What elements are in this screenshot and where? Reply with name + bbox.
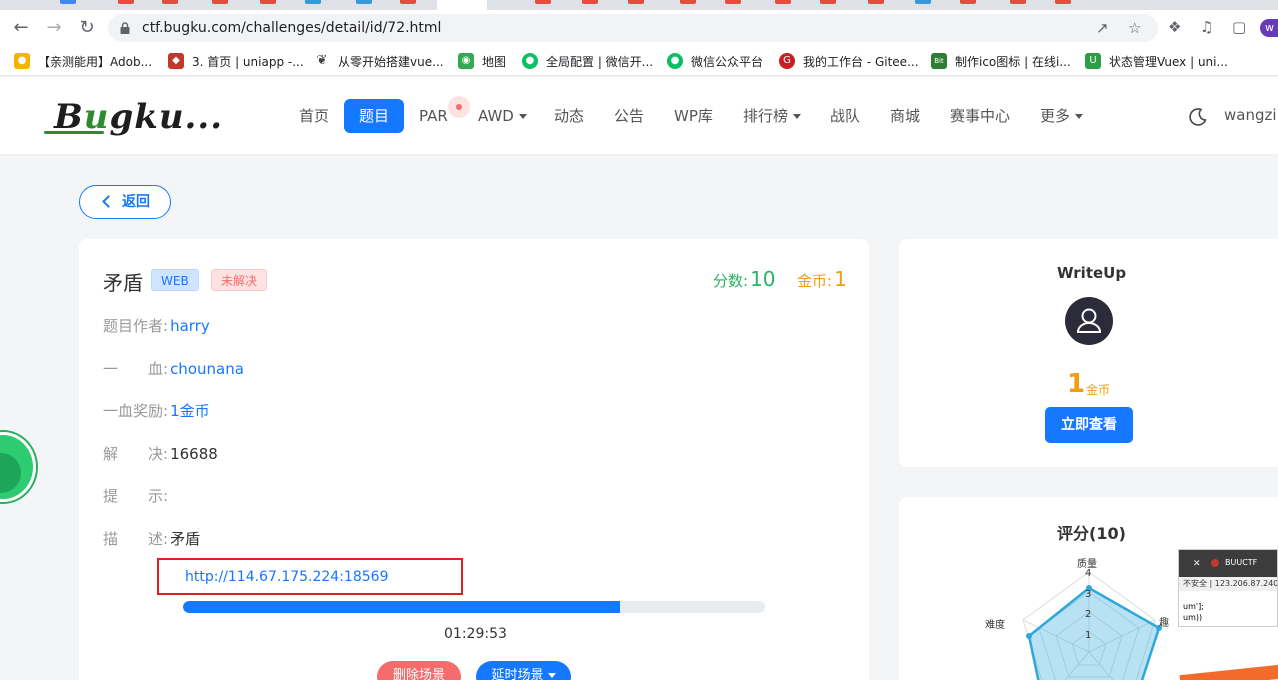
first-blood-link[interactable]: chounana <box>170 360 244 378</box>
nav-item-home[interactable]: 首页 <box>299 99 329 133</box>
coin: 金币: 1 <box>797 267 847 291</box>
browser-tab-strip <box>0 0 1278 10</box>
progress-fill <box>183 601 620 613</box>
share-icon[interactable]: ↗ <box>1096 19 1109 37</box>
challenge-title: 矛盾 <box>103 271 143 295</box>
author-link[interactable]: harry <box>170 317 210 335</box>
chevron-left-icon <box>102 195 115 208</box>
chevron-down-icon <box>547 673 556 678</box>
instance-url-link[interactable]: http://114.67.175.224:18569 <box>185 569 388 585</box>
solved-row: 解决: 16688 <box>103 445 218 463</box>
writeup-coin-unit: 金币 <box>1086 383 1111 397</box>
wechat-icon: ● <box>667 53 683 69</box>
instance-url-highlight: http://114.67.175.224:18569 <box>157 558 463 595</box>
nav-item-par[interactable]: PAR <box>419 99 448 133</box>
writeup-card: WriteUp 1 金币 立即查看 <box>899 239 1278 467</box>
axis-label-difficulty: 难度 <box>985 618 1005 631</box>
first-blood-reward-row: 一血奖励: 1金币 <box>103 402 210 420</box>
profile-avatar[interactable]: w <box>1260 19 1278 37</box>
site-favicon-icon <box>1211 559 1219 567</box>
nav-item-notice[interactable]: 公告 <box>614 99 644 133</box>
axis-label-fun: 趣 <box>1159 616 1169 629</box>
bit-icon: Bit <box>931 53 947 69</box>
nav-item-awd[interactable]: AWD <box>478 99 527 133</box>
uniapp-icon: ◆ <box>168 53 184 69</box>
bookmark-item[interactable]: ● 【亲测能用】Adob... <box>14 52 152 70</box>
nav-item-more[interactable]: 更多 <box>1040 99 1084 133</box>
avatar <box>1065 297 1113 345</box>
tick-label: 3 <box>1085 589 1091 600</box>
first-blood-row: 一血: chounana <box>103 360 244 378</box>
bookmark-item[interactable]: ● 微信公众平台 <box>667 52 763 70</box>
back-arrow-icon[interactable]: ← <box>10 17 32 39</box>
bookmark-item[interactable]: ◆ 3. 首页 | uniapp -... <box>168 52 304 70</box>
nav-item-shop[interactable]: 商城 <box>890 99 920 133</box>
lock-icon <box>120 22 130 34</box>
description-row: 描述: 矛盾 <box>103 530 201 548</box>
bookmark-item[interactable]: Bit 制作ico图标 | 在线i... <box>931 52 1071 70</box>
active-tab[interactable] <box>437 0 487 10</box>
nav-item-challenges[interactable]: 题目 <box>344 99 405 133</box>
nav-item-events[interactable]: 赛事中心 <box>950 99 1010 133</box>
feather-icon: ❦ <box>314 53 330 69</box>
bookmark-item[interactable]: G 我的工作台 - Gitee... <box>779 52 919 70</box>
delete-scene-button[interactable]: 删除场景 <box>377 661 461 680</box>
url-text: ctf.bugku.com/challenges/detail/id/72.ht… <box>142 20 442 36</box>
challenge-card: 矛盾 WEB 未解决 分数: 10 金币: 1 题目作者: harry 一血: chou… <box>79 239 869 680</box>
username[interactable]: wangzi <box>1224 106 1277 124</box>
gitee-icon: G <box>779 53 795 69</box>
nav-item-news[interactable]: 动态 <box>554 99 584 133</box>
bookmark-item[interactable]: ◉ 地图 <box>458 52 506 70</box>
forward-arrow-icon[interactable]: → <box>43 17 65 39</box>
browser-toolbar: ← → ↻ ctf.bugku.com/challenges/detail/id… <box>0 10 1278 46</box>
bookmark-item[interactable]: U 状态管理Vuex | uni... <box>1085 52 1228 70</box>
tick-label: 1 <box>1085 630 1091 641</box>
rating-title: 评分(10) <box>1057 524 1126 543</box>
nav-item-ranking[interactable]: 排行榜 <box>743 99 802 133</box>
floating-assistant-button[interactable] <box>0 432 36 502</box>
category-badge: WEB <box>151 269 199 291</box>
address-bar[interactable]: ctf.bugku.com/challenges/detail/id/72.ht… <box>108 14 1158 42</box>
rating-radar-chart: 质量 难度 趣 4 3 2 1 <box>985 558 1169 680</box>
tick-label: 4 <box>1085 568 1091 579</box>
nav-item-team[interactable]: 战队 <box>830 99 860 133</box>
chevron-down-icon <box>518 114 527 119</box>
user-icon <box>1076 308 1102 333</box>
reload-icon[interactable]: ↻ <box>76 17 98 39</box>
back-button[interactable]: 返回 <box>79 185 171 219</box>
author-row: 题目作者: harry <box>103 317 210 335</box>
writeup-coin-amount: 1 <box>1067 369 1086 399</box>
bookmark-item[interactable]: ❦ 从零开始搭建vue... <box>314 52 444 70</box>
chevron-down-icon <box>793 114 802 119</box>
status-badge: 未解决 <box>211 269 268 291</box>
maps-icon: ◉ <box>458 53 474 69</box>
writeup-title: WriteUp <box>1057 264 1127 282</box>
hint-row: 提示: <box>103 487 169 505</box>
extend-scene-button[interactable]: 延时场景 <box>476 661 571 680</box>
bookmark-item[interactable]: ● 全局配置 | 微信开... <box>522 52 653 70</box>
score: 分数: 10 <box>713 267 776 291</box>
close-icon: ✕ <box>1193 559 1201 569</box>
nav-item-wp[interactable]: WP库 <box>674 99 713 133</box>
vuex-icon: U <box>1085 53 1101 69</box>
bugku-logo[interactable]: Bugku... <box>44 95 222 139</box>
adobe-icon: ● <box>14 53 30 69</box>
chevron-down-icon <box>1075 114 1084 119</box>
view-writeup-button[interactable]: 立即查看 <box>1045 407 1133 443</box>
star-icon[interactable]: ☆ <box>1128 19 1141 37</box>
bookmarks-bar: ● 【亲测能用】Adob... ◆ 3. 首页 | uniapp -... ❦ … <box>0 46 1278 76</box>
overlay-browser-snippet: ✕ BUUCTF 不安全 | 123.206.87.240:8 um']; um… <box>1178 549 1278 627</box>
countdown-timer: 01:29:53 <box>444 626 507 642</box>
media-icon[interactable]: ♫ <box>1200 18 1213 36</box>
sidepanel-icon[interactable]: ▢ <box>1232 18 1246 36</box>
wechat-icon: ● <box>522 53 538 69</box>
time-progress-bar <box>183 601 765 613</box>
extensions-icon[interactable]: ❖ <box>1168 18 1181 36</box>
notification-dot <box>448 96 470 118</box>
rating-point <box>1026 633 1032 639</box>
site-header: Bugku... 首页 题目 PAR AWD 动态 公告 WP库 排行榜 战队 … <box>0 77 1278 154</box>
tick-label: 2 <box>1085 609 1091 620</box>
moon-icon[interactable] <box>1188 107 1208 127</box>
